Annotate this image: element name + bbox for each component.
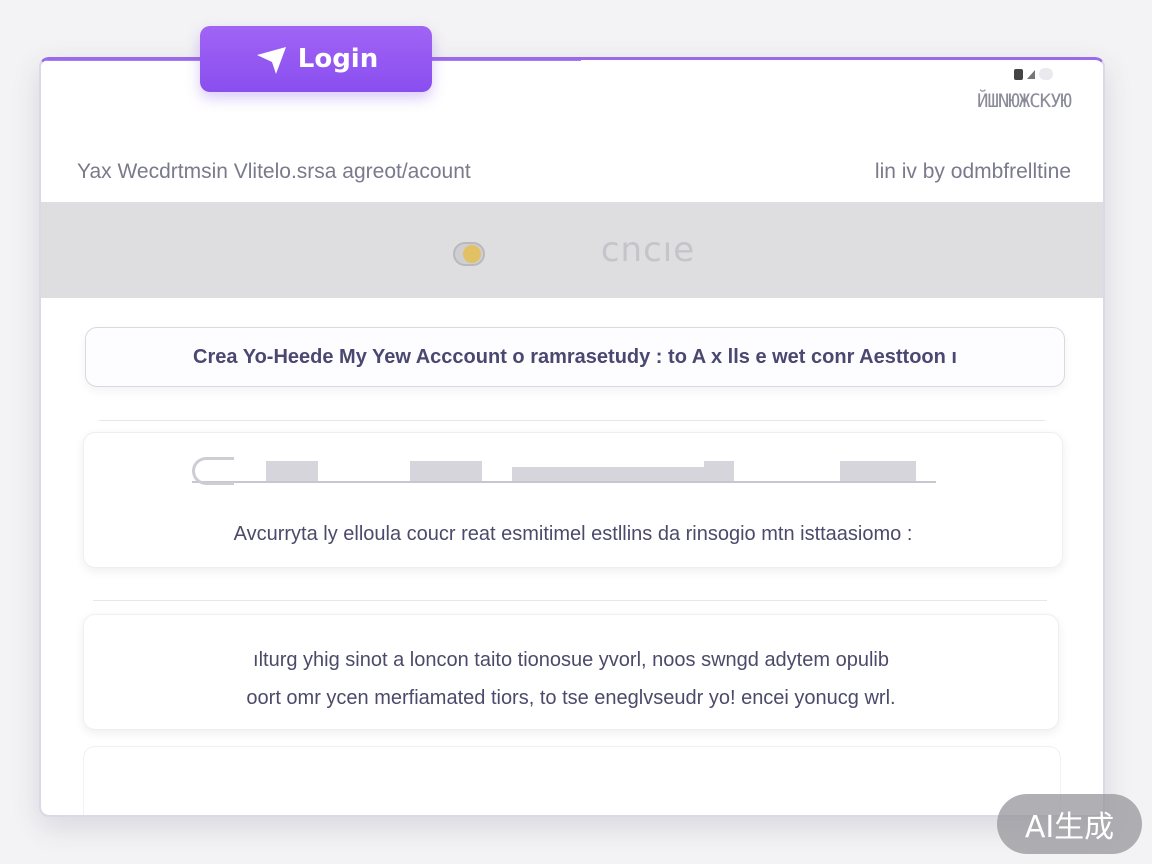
signal-icon [1027,69,1035,79]
create-account-button[interactable]: Crea Yo-Heede My Yew Acccount o ramraset… [85,327,1065,387]
create-account-label: Crea Yo-Heede My Yew Acccount o ramraset… [193,345,957,368]
toggle-icon [1039,68,1053,80]
info-line-1: ılturg yhig sinot a loncon taito tionosu… [253,649,889,671]
login-label: Login [297,44,379,74]
security-card: Avcurryta ly elloula coucr reat esmitime… [83,432,1063,568]
banner: cncıe [41,202,1103,298]
main-window: ЙШNЮЖCКУЮ Yax Wecdrtmsin Vlitelo.srsa ag… [39,57,1105,817]
login-button[interactable]: Login [200,26,432,92]
key-icon [192,457,234,485]
security-text: Avcurryta ly elloula coucr reat esmitime… [233,523,913,545]
password-field[interactable] [192,457,936,485]
battery-icon [1014,68,1023,80]
divider [99,420,1045,421]
banner-label: cncıe [600,230,696,270]
lock-icon [449,232,491,268]
status-icons [1014,68,1053,80]
info-card: ılturg yhig sinot a loncon taito tionosu… [83,614,1059,730]
header-left-text: Yax Wecdrtmsin Vlitelo.srsa agreot/acoun… [77,160,471,183]
header-right-link[interactable]: lin iv by odmbfrelltine [875,160,1071,184]
cursor-arrow-icon [256,47,286,74]
ai-generated-badge: AI生成 [997,794,1142,854]
info-line-2: oort omr ycen merfiamated tiors, to tse … [246,687,896,709]
empty-card [83,746,1061,815]
header-row: Yax Wecdrtmsin Vlitelo.srsa agreot/acoun… [77,160,1071,184]
status-code: ЙШNЮЖCКУЮ [977,90,1072,112]
divider [93,600,1047,601]
